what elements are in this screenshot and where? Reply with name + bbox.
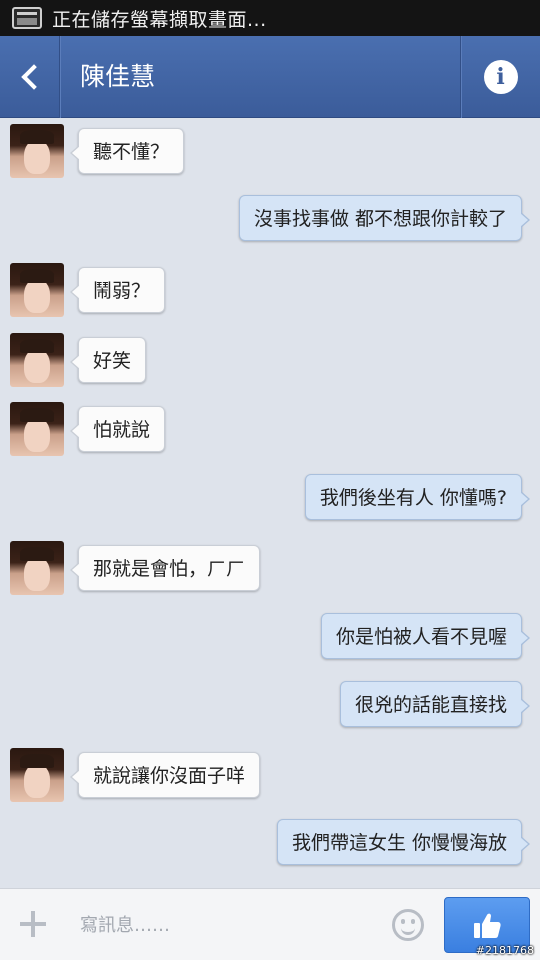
back-button[interactable] (0, 36, 60, 118)
incoming-message-bubble[interactable]: 怕就說 (69, 406, 166, 452)
outgoing-message-bubble[interactable]: 很兇的話能直接找 (339, 681, 531, 727)
info-icon: i (483, 60, 518, 94)
status-bar: 正在儲存螢幕擷取畫面... (0, 0, 540, 36)
plus-icon[interactable] (18, 909, 48, 939)
contact-avatar[interactable] (10, 333, 64, 387)
contact-avatar[interactable] (10, 748, 64, 802)
contact-avatar[interactable] (10, 402, 64, 456)
incoming-message-bubble[interactable]: 鬧弱？ (69, 267, 166, 313)
outgoing-message-bubble[interactable]: 沒事找事做 都不想跟你計較了 (238, 195, 531, 241)
contact-name: 陳佳慧 (80, 62, 156, 91)
outgoing-message-bubble[interactable]: 我們帶這女生 你慢慢海放 (276, 819, 531, 865)
contact-avatar[interactable] (10, 541, 64, 595)
back-chevron-icon (20, 64, 47, 90)
incoming-message-bubble[interactable]: 那就是會怕，ㄏㄏ (69, 545, 261, 591)
message-composer: #2181768 (0, 888, 540, 960)
outgoing-message-bubble[interactable]: 你是怕被人看不見喔 (320, 613, 531, 659)
chat-header: 陳佳慧 i (0, 36, 540, 118)
message-input[interactable] (80, 905, 380, 945)
info-button[interactable]: i (460, 36, 540, 118)
contact-avatar[interactable] (10, 124, 64, 178)
watermark-text: #2181768 (475, 944, 534, 957)
incoming-message-bubble[interactable]: 聽不懂？ (69, 128, 185, 174)
message-list[interactable]: 聽不懂？ 沒事找事做 都不想跟你計較了 鬧弱？ 好笑 怕就說 我們後坐有人 你懂… (0, 118, 540, 888)
incoming-message-bubble[interactable]: 就說讓你沒面子咩 (69, 752, 261, 798)
outgoing-message-bubble[interactable]: 我們後坐有人 你懂嗎? (304, 474, 531, 520)
status-notification-text: 正在儲存螢幕擷取畫面... (52, 8, 267, 31)
screenshot-icon (12, 7, 42, 29)
contact-avatar[interactable] (10, 263, 64, 317)
emoji-icon[interactable] (392, 909, 424, 941)
thumbs-up-icon (474, 913, 501, 938)
incoming-message-bubble[interactable]: 好笑 (69, 337, 147, 383)
